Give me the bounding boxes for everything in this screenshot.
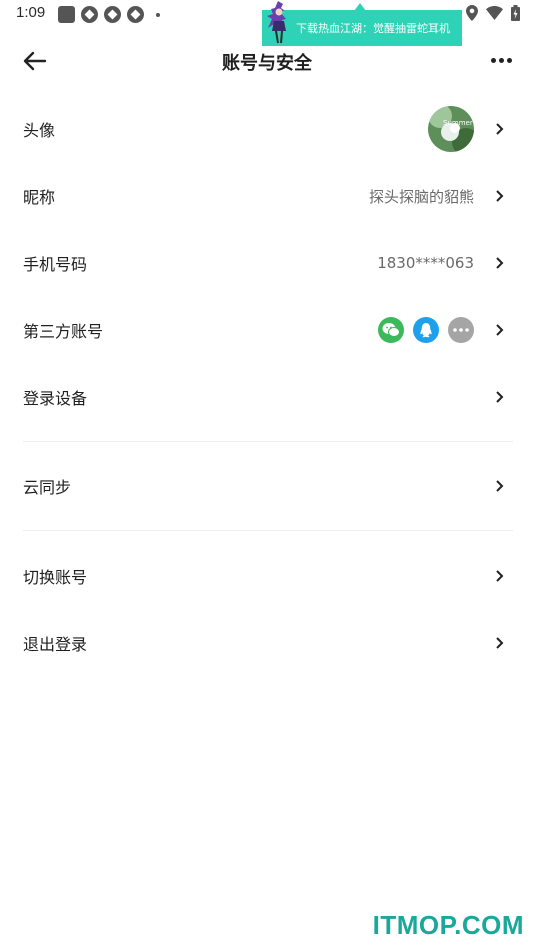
more-dot-icon: [499, 58, 504, 63]
chevron-right-icon: [496, 480, 504, 492]
chevron-right-icon: [496, 190, 504, 202]
watermark: ITMOP.COM: [372, 910, 524, 940]
wifi-icon: [486, 6, 503, 20]
more-dot-icon: [507, 58, 512, 63]
promo-text: 下载热血江湖：觉醒抽雷蛇耳机: [296, 22, 450, 35]
avatar-label: 头像: [23, 121, 56, 140]
avatar-text: Summer: [443, 119, 473, 127]
third-party-row[interactable]: 第三方账号: [0, 297, 534, 363]
chevron-right-icon: [496, 391, 504, 403]
system-icons: [466, 5, 520, 21]
phone-label: 手机号码: [23, 255, 88, 274]
qq-icon[interactable]: [413, 317, 439, 343]
avatar-image: Summer: [428, 106, 474, 152]
third-party-icons: [378, 317, 474, 343]
chevron-right-icon: [496, 570, 504, 582]
wechat-icon[interactable]: [378, 317, 404, 343]
logout-label: 退出登录: [23, 635, 88, 654]
status-time: 1:09: [16, 4, 46, 21]
location-icon: [466, 5, 478, 21]
login-devices-label: 登录设备: [23, 389, 88, 408]
aperture-icon: [104, 6, 121, 23]
chevron-right-icon: [496, 257, 504, 269]
nickname-row[interactable]: 昵称 探头探脑的貂熊: [0, 163, 534, 229]
third-party-label: 第三方账号: [23, 322, 104, 341]
nickname-value: 探头探脑的貂熊: [368, 187, 474, 206]
nickname-label: 昵称: [23, 188, 56, 207]
avatar[interactable]: Summer: [428, 106, 474, 152]
battery-icon: [511, 5, 520, 21]
more-notifications-icon: [156, 12, 160, 17]
phone-row[interactable]: 手机号码 1830****063: [0, 230, 534, 296]
app-notification-icon: [58, 6, 75, 23]
cloud-sync-label: 云同步: [23, 478, 72, 497]
avatar-row[interactable]: 头像 Summer: [0, 96, 534, 162]
logout-row[interactable]: 退出登录: [0, 610, 534, 676]
notification-icons: [58, 6, 160, 23]
switch-account-row[interactable]: 切换账号: [0, 543, 534, 609]
divider: [23, 530, 513, 531]
app-header: 账号与安全: [0, 38, 534, 84]
aperture-icon: [81, 6, 98, 23]
switch-account-label: 切换账号: [23, 568, 88, 587]
chevron-right-icon: [496, 637, 504, 649]
page-title: 账号与安全: [222, 53, 312, 74]
chevron-right-icon: [496, 123, 504, 135]
more-icon[interactable]: [448, 317, 474, 343]
more-options-button[interactable]: [491, 58, 512, 63]
more-dot-icon: [491, 58, 496, 63]
chevron-right-icon: [496, 324, 504, 336]
divider: [23, 441, 513, 442]
phone-value: 1830****063: [377, 254, 474, 272]
cloud-sync-row[interactable]: 云同步: [0, 453, 534, 519]
login-devices-row[interactable]: 登录设备: [0, 364, 534, 430]
aperture-icon: [127, 6, 144, 23]
